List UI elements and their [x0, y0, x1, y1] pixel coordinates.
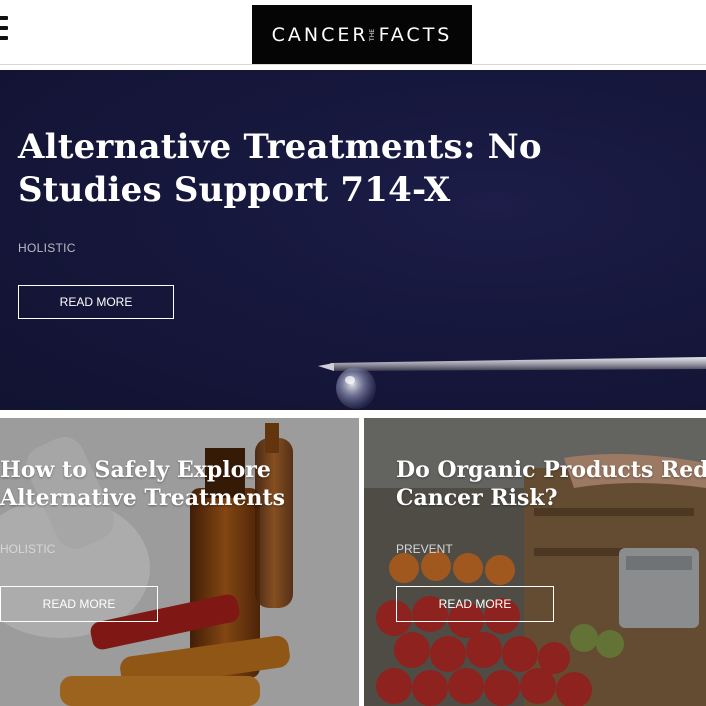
site-header: CANCER THE FACTS	[0, 0, 706, 65]
menu-bar	[0, 26, 8, 30]
logo-word-the: THE	[368, 28, 376, 41]
card-category-tag[interactable]: PREVENT	[396, 542, 453, 556]
menu-bar	[0, 36, 8, 40]
card-title-line: How to Safely Explore	[0, 457, 271, 483]
card-read-more-button[interactable]: READ MORE	[396, 586, 554, 622]
card-read-more-button[interactable]: READ MORE	[0, 586, 158, 622]
hero-category-tag[interactable]: HOLISTIC	[18, 241, 76, 255]
card-title[interactable]: Do Organic Products Reduce Cancer Risk?	[396, 456, 706, 512]
article-card-alternative-treatments[interactable]: How to Safely Explore Alternative Treatm…	[0, 418, 359, 706]
hero-title[interactable]: Alternative Treatments: No Studies Suppo…	[18, 126, 678, 212]
card-title-line: Do Organic Products Reduce	[396, 457, 706, 483]
card-title[interactable]: How to Safely Explore Alternative Treatm…	[0, 456, 359, 512]
logo-word-cancer: CANCER	[271, 23, 369, 46]
syringe-needle-image	[318, 357, 706, 409]
card-title-line: Cancer Risk?	[396, 485, 558, 511]
card-title-line: Alternative Treatments	[0, 485, 285, 511]
card-category-tag[interactable]: HOLISTIC	[0, 542, 55, 556]
logo-word-facts: FACTS	[378, 23, 453, 46]
hamburger-menu-icon[interactable]	[0, 16, 8, 42]
menu-bar	[0, 16, 8, 20]
site-logo[interactable]: CANCER THE FACTS	[252, 5, 472, 64]
hero-read-more-button[interactable]: READ MORE	[18, 285, 174, 319]
article-card-organic-products[interactable]: Do Organic Products Reduce Cancer Risk? …	[364, 418, 706, 706]
hero-feature: Alternative Treatments: No Studies Suppo…	[0, 70, 706, 410]
